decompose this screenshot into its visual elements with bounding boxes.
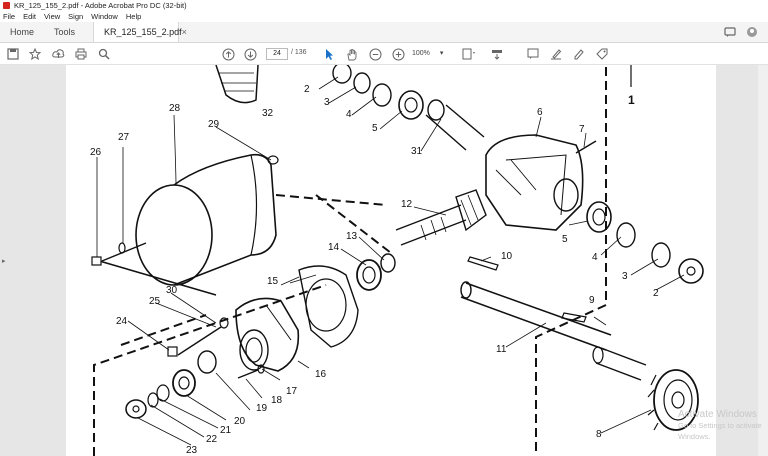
menu-file[interactable]: File	[3, 12, 15, 21]
callout-9: 9	[589, 295, 595, 306]
tab-tools[interactable]: Tools	[44, 22, 85, 42]
acrobat-logo-icon	[3, 2, 10, 9]
print-icon[interactable]	[74, 47, 88, 61]
menu-edit[interactable]: Edit	[23, 12, 36, 21]
callout-27: 27	[118, 132, 130, 143]
callout-2-top: 2	[304, 84, 310, 95]
callout-2-right: 2	[653, 288, 659, 299]
select-cursor-icon[interactable]	[322, 47, 336, 61]
callout-30: 30	[166, 285, 178, 296]
callout-13: 13	[346, 231, 358, 242]
find-search-icon[interactable]	[97, 47, 111, 61]
menu-help[interactable]: Help	[126, 12, 141, 21]
callout-28: 28	[169, 103, 181, 114]
bookmark-star-icon[interactable]	[28, 47, 42, 61]
next-page-icon[interactable]	[243, 47, 257, 61]
page-total: / 136	[291, 49, 307, 56]
zoom-level-value: 100%	[412, 50, 430, 57]
menu-bar: File Edit View Sign Window Help	[0, 11, 768, 22]
comment-icon[interactable]	[724, 26, 736, 38]
callout-18: 18	[271, 395, 283, 406]
callout-23: 23	[186, 445, 198, 456]
callout-1: 1	[628, 93, 635, 107]
highlight-pen-icon[interactable]	[549, 47, 563, 61]
zoom-level-select[interactable]: 100% ▾	[412, 48, 450, 60]
callout-15: 15	[267, 276, 279, 287]
account-icon[interactable]	[746, 26, 758, 38]
scrolling-mode-icon[interactable]	[490, 47, 504, 61]
callout-7: 7	[579, 124, 585, 135]
document-viewer[interactable]: ▸ 1 2 3 4 5 31 6 7 28 29 32 27 26 12 13 …	[0, 65, 768, 456]
page-display-icon[interactable]	[462, 47, 476, 61]
draw-signature-icon[interactable]	[572, 47, 586, 61]
callout-4-right: 4	[592, 252, 598, 263]
callout-25: 25	[149, 296, 161, 307]
hand-tool-icon[interactable]	[345, 47, 359, 61]
window-title: KR_125_155_2.pdf - Adobe Acrobat Pro DC …	[14, 1, 187, 10]
page-number-input[interactable]: 24	[266, 48, 288, 60]
callout-11: 11	[496, 344, 507, 355]
callout-19: 19	[256, 403, 268, 414]
tab-document[interactable]: KR_125_155_2.pdf ×	[93, 22, 187, 42]
callout-26: 26	[90, 147, 102, 158]
fill-sign-icon[interactable]	[595, 47, 609, 61]
callout-10: 10	[501, 251, 513, 262]
chevron-down-icon: ▾	[439, 50, 444, 57]
upload-cloud-icon[interactable]	[51, 47, 65, 61]
tab-document-label: KR_125_155_2.pdf	[104, 27, 182, 37]
menu-window[interactable]: Window	[91, 12, 118, 21]
vertical-scrollbar[interactable]	[758, 65, 768, 456]
expand-panel-arrow-icon[interactable]: ▸	[2, 257, 6, 265]
callout-17: 17	[286, 386, 298, 397]
zoom-in-icon[interactable]	[391, 47, 405, 61]
callout-21: 21	[220, 425, 232, 436]
add-comment-icon[interactable]	[526, 47, 540, 61]
menu-sign[interactable]: Sign	[68, 12, 83, 21]
watermark-line1: Activate Windows	[678, 409, 757, 420]
watermark-line2: Go to Settings to activate Windows.	[678, 421, 762, 441]
callout-16: 16	[315, 369, 327, 380]
callout-8: 8	[596, 429, 602, 440]
callout-3-right: 3	[622, 271, 628, 282]
callout-14: 14	[328, 242, 340, 253]
parts-diagram: 1 2 3 4 5 31 6 7 28 29 32 27 26 12 13 14…	[90, 65, 704, 456]
toolbar: 24 / 136 100% ▾	[0, 43, 768, 65]
callout-31: 31	[411, 146, 423, 157]
callout-22: 22	[206, 434, 218, 445]
callout-20: 20	[234, 416, 246, 427]
callout-12: 12	[401, 199, 413, 210]
tab-bar: Home Tools KR_125_155_2.pdf ×	[0, 22, 768, 43]
save-icon[interactable]	[6, 47, 20, 61]
tab-home[interactable]: Home	[0, 22, 44, 42]
menu-view[interactable]: View	[44, 12, 60, 21]
zoom-out-icon[interactable]	[368, 47, 382, 61]
title-bar: KR_125_155_2.pdf - Adobe Acrobat Pro DC …	[0, 0, 768, 11]
callout-5-top: 5	[372, 123, 378, 134]
callout-32: 32	[262, 108, 274, 119]
previous-page-icon[interactable]	[221, 47, 235, 61]
tab-bar-right-icons	[724, 22, 768, 42]
pdf-page: 1 2 3 4 5 31 6 7 28 29 32 27 26 12 13 14…	[66, 65, 716, 456]
callout-6: 6	[537, 107, 543, 118]
callout-4-top: 4	[346, 109, 352, 120]
callout-5-right: 5	[562, 234, 568, 245]
activate-windows-watermark: Activate Windows Go to Settings to activ…	[678, 409, 768, 442]
close-tab-icon[interactable]: ×	[182, 27, 187, 37]
callout-29: 29	[208, 119, 220, 130]
callout-24: 24	[116, 316, 128, 327]
callout-3-top: 3	[324, 97, 330, 108]
